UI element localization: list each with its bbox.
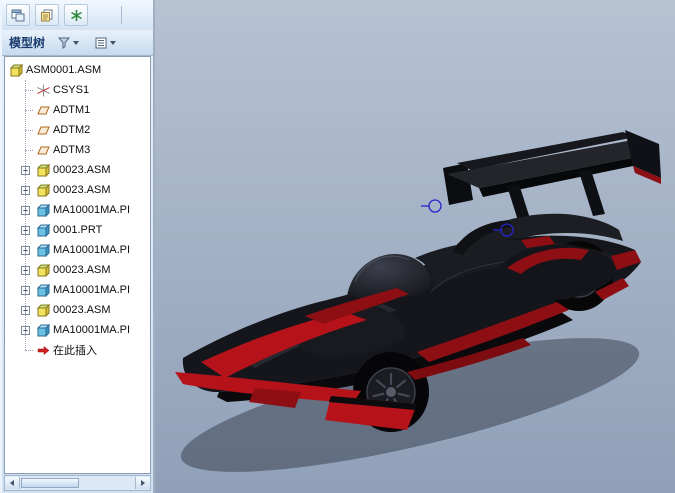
settings-button[interactable] [92,35,119,51]
part-icon [37,324,50,337]
tree-item-insert-here[interactable]: 在此插入 [5,340,150,360]
assembly-icon [10,64,23,77]
favorites-button[interactable] [64,4,88,26]
model-tree-toggle-button[interactable] [6,4,30,26]
assembly-icon [37,184,50,197]
tree-item-adtm3[interactable]: ADTM3 [5,140,150,160]
folder-browser-button[interactable] [35,4,59,26]
tree-item-label: 0001.PRT [53,224,106,236]
tree-connector [25,90,33,91]
part-icon [37,244,50,257]
scrollbar-thumb[interactable] [21,478,79,488]
tree-item-adtm1[interactable]: ADTM1 [5,100,150,120]
tree-item-label: ASM0001.ASM [26,64,105,76]
horizontal-scrollbar[interactable] [4,475,151,491]
tree-item-label: CSYS1 [53,84,93,96]
model-tree-title: 模型树 [9,34,45,51]
application-window: 模型树 ASM0001.ASM CSYS1 [0,0,675,493]
constraint-symbols[interactable] [421,200,513,236]
tree-item-00023-asm[interactable]: + 00023.ASM [5,300,150,320]
scroll-right-button[interactable] [135,477,150,489]
tree-item-label: 00023.ASM [53,164,114,176]
scroll-left-button[interactable] [5,477,20,489]
chevron-down-icon [73,41,79,45]
part-icon [37,284,50,297]
tree-item-00023-asm[interactable]: + 00023.ASM [5,180,150,200]
insert-here-arrow-icon [37,344,50,357]
navigator-panel: 模型树 ASM0001.ASM CSYS1 [0,0,155,493]
tree-item-label: MA10001MA.PI [53,244,134,256]
datum-plane-icon [37,144,50,157]
assembly-icon [37,164,50,177]
left-arrow-icon [10,480,14,486]
tree-connector [25,130,33,131]
datum-plane-icon [37,104,50,117]
assembly-icon [37,304,50,317]
tree-item-label: ADTM3 [53,144,94,156]
funnel-icon [58,37,70,49]
datum-plane-icon [37,124,50,137]
tree-item-label: MA10001MA.PI [53,204,134,216]
tree-connector [25,150,33,151]
tree-item-asm0001-asm[interactable]: ASM0001.ASM [5,60,150,80]
model-tree: ASM0001.ASM CSYS1 ADTM1 ADTM2 ADTM3 + 000… [4,56,151,474]
tree-item-ma10001ma-pi[interactable]: + MA10001MA.PI [5,200,150,220]
tree-item-00023-asm[interactable]: + 00023.ASM [5,260,150,280]
tree-item-label: 00023.ASM [53,264,114,276]
tree-item-csys1[interactable]: CSYS1 [5,80,150,100]
tree-item-ma10001ma-pi[interactable]: + MA10001MA.PI [5,280,150,300]
tree-connector [25,110,33,111]
tree-item-00023-asm[interactable]: + 00023.ASM [5,160,150,180]
tree-item-0001-prt[interactable]: + 0001.PRT [5,220,150,240]
tree-guide-line [25,80,26,350]
tree-item-label: 00023.ASM [53,184,114,196]
tree-item-label: 00023.ASM [53,304,114,316]
tree-item-adtm2[interactable]: ADTM2 [5,120,150,140]
right-arrow-icon [141,480,145,486]
tree-item-label: MA10001MA.PI [53,324,134,336]
model-tree-header: 模型树 [2,30,153,56]
part-icon [37,204,50,217]
navigator-toolbar [2,0,153,30]
tree-item-ma10001ma-pi[interactable]: + MA10001MA.PI [5,320,150,340]
graphics-area[interactable] [155,0,675,493]
tree-item-label: ADTM1 [53,104,94,116]
tree-rows: ASM0001.ASM CSYS1 ADTM1 ADTM2 ADTM3 + 000… [5,57,150,360]
favorites-icon [70,9,83,22]
folder-browser-icon [40,9,54,22]
list-icon [95,37,107,49]
tree-item-ma10001ma-pi[interactable]: + MA10001MA.PI [5,240,150,260]
tree-connector [25,350,33,351]
tree-item-label: MA10001MA.PI [53,284,134,296]
scrollbar-track[interactable] [20,477,135,489]
coordinate-system-icon [37,84,50,97]
chevron-down-icon [110,41,116,45]
assembly-icon [37,264,50,277]
3d-model-view[interactable] [155,0,675,493]
show-filter-button[interactable] [55,35,82,51]
tree-item-label: 在此插入 [53,342,101,358]
tree-item-label: ADTM2 [53,124,94,136]
model-tree-toggle-icon [11,9,25,22]
toolbar-separator [121,6,122,24]
part-icon [37,224,50,237]
